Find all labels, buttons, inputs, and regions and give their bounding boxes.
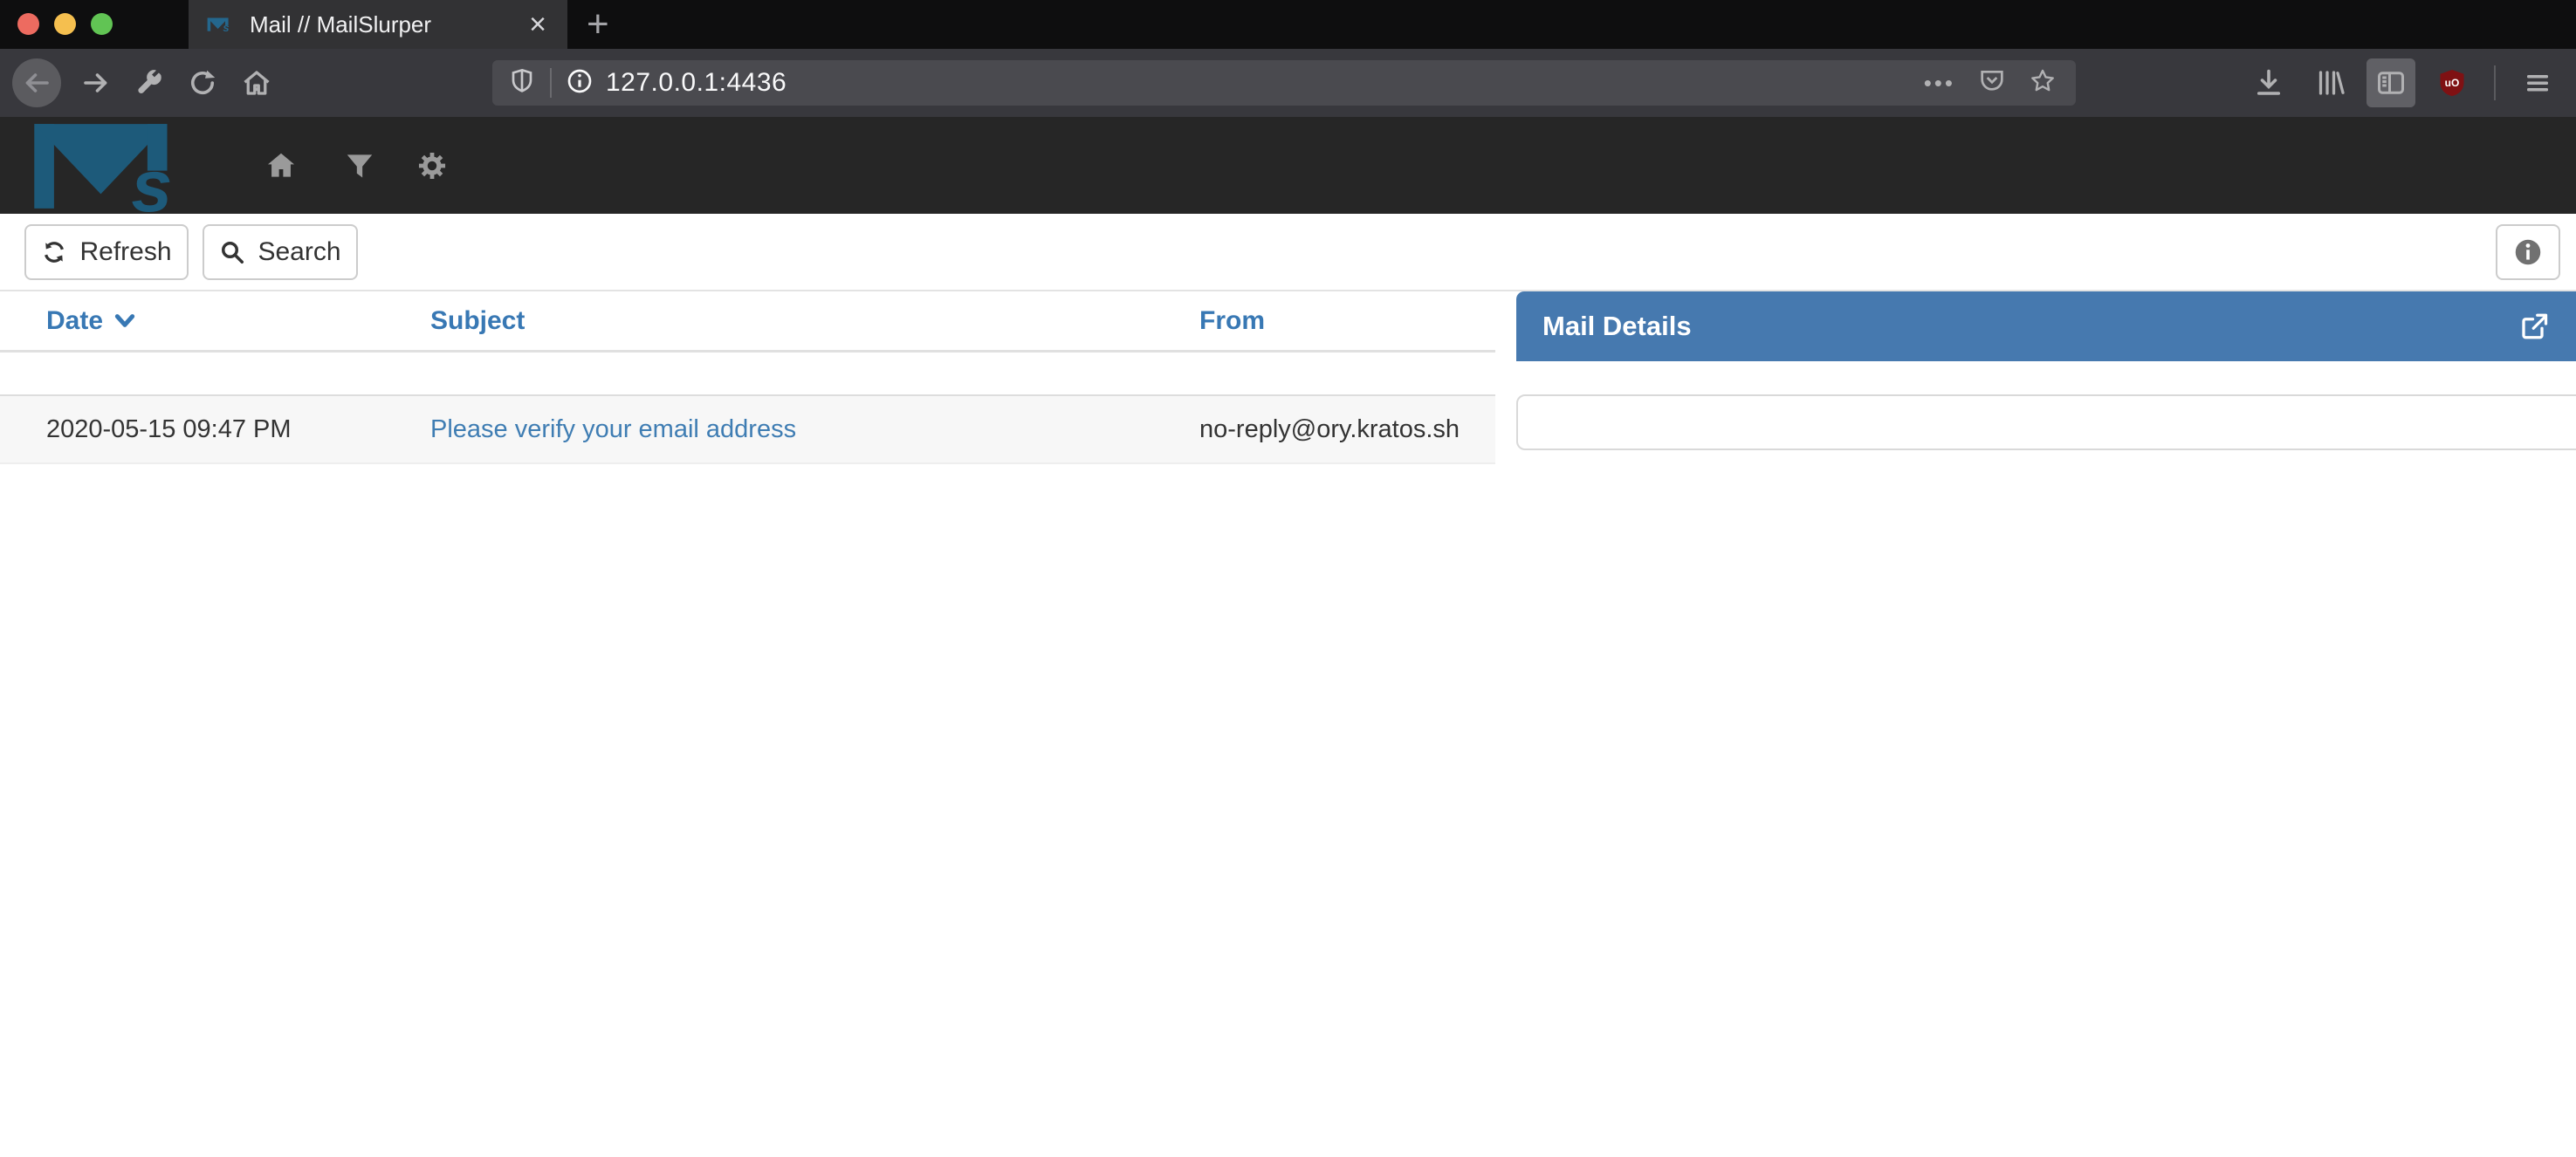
mailslurper-favicon: s — [206, 11, 236, 38]
menu-button[interactable] — [2513, 58, 2562, 107]
action-bar: Refresh Search — [0, 214, 2576, 291]
ublock-origin-icon: uO — [2436, 67, 2468, 99]
refresh-label: Refresh — [79, 237, 171, 267]
refresh-icon — [41, 239, 67, 265]
browser-tab-bar: s Mail // MailSlurper × + — [0, 0, 2576, 49]
mail-details-heading: Mail Details — [1516, 291, 2576, 361]
main-content: Date Subject From 2020-05-15 09:47 PM Pl… — [0, 291, 2576, 1157]
ublock-origin-button[interactable]: uO — [2428, 58, 2476, 107]
mail-row-date: 2020-05-15 09:47 PM — [0, 415, 384, 444]
search-icon — [219, 239, 245, 265]
sidebar-icon — [2375, 67, 2407, 99]
pocket-icon[interactable] — [1978, 67, 2006, 99]
home-icon — [241, 67, 272, 99]
gear-icon — [416, 149, 449, 182]
browser-nav-toolbar: 127.0.0.1:4436 ••• uO — [0, 49, 2576, 117]
close-tab-icon[interactable]: × — [526, 10, 550, 39]
svg-text:s: s — [223, 21, 229, 34]
external-link-icon — [2518, 311, 2550, 342]
refresh-button[interactable]: Refresh — [24, 224, 189, 280]
library-button[interactable] — [2305, 58, 2354, 107]
back-arrow-icon — [21, 67, 52, 99]
home-button[interactable] — [234, 60, 279, 106]
search-label: Search — [258, 237, 340, 267]
mail-row-from: no-reply@ory.kratos.sh — [1153, 415, 1495, 444]
forward-arrow-icon — [80, 67, 112, 99]
mail-details-empty-box — [1516, 394, 2576, 450]
bookmark-star-icon[interactable] — [2029, 67, 2057, 99]
site-info-icon[interactable] — [566, 67, 594, 99]
url-text[interactable]: 127.0.0.1:4436 — [606, 68, 787, 98]
mail-details-panel: Mail Details — [1516, 291, 2576, 450]
search-button[interactable]: Search — [203, 224, 358, 280]
wrench-button[interactable] — [126, 60, 171, 106]
minimize-window-button[interactable] — [54, 13, 76, 35]
svg-text:uO: uO — [2445, 77, 2460, 89]
browser-tab[interactable]: s Mail // MailSlurper × — [189, 0, 567, 49]
mail-details-title: Mail Details — [1542, 311, 1692, 342]
back-button[interactable] — [12, 58, 61, 107]
open-in-new-window-button[interactable] — [2518, 311, 2550, 342]
info-icon — [2512, 236, 2544, 268]
page-actions-icon[interactable]: ••• — [1924, 70, 1955, 97]
reload-button[interactable] — [180, 60, 225, 106]
mail-row[interactable]: 2020-05-15 09:47 PM Please verify your e… — [0, 394, 1495, 464]
mail-row-subject-link[interactable]: Please verify your email address — [430, 415, 796, 443]
screen: s Mail // MailSlurper × + — [0, 0, 2576, 1157]
close-window-button[interactable] — [17, 13, 39, 35]
mailslurper-logo: s — [19, 119, 220, 213]
app-settings-button[interactable] — [416, 149, 449, 182]
zoom-window-button[interactable] — [91, 13, 113, 35]
filter-icon — [343, 149, 376, 182]
download-icon — [2253, 67, 2284, 99]
column-header-from[interactable]: From — [1153, 306, 1495, 336]
tab-title: Mail // MailSlurper — [250, 11, 526, 38]
mail-list-spacer-row — [0, 353, 1495, 394]
toolbar-separator — [2494, 65, 2496, 100]
mailslurper-header: s — [0, 117, 2576, 214]
wrench-icon — [133, 67, 164, 99]
app-home-icon — [264, 149, 298, 182]
forward-button[interactable] — [73, 60, 119, 106]
column-header-date[interactable]: Date — [0, 306, 384, 336]
traffic-lights — [17, 13, 113, 35]
svg-text:s: s — [131, 145, 172, 213]
info-button[interactable] — [2496, 224, 2560, 280]
url-bar[interactable]: 127.0.0.1:4436 ••• — [492, 60, 2076, 106]
downloads-button[interactable] — [2244, 58, 2293, 107]
new-tab-button[interactable]: + — [580, 2, 616, 47]
reload-icon — [187, 67, 218, 99]
mail-list-header: Date Subject From — [0, 291, 1495, 353]
sort-chevron-down-icon — [113, 312, 136, 331]
hamburger-icon — [2522, 67, 2553, 99]
tracking-protection-shield-icon[interactable] — [508, 67, 536, 99]
sidebar-toggle-button[interactable] — [2366, 58, 2415, 107]
urlbar-divider — [550, 68, 552, 98]
app-home-button[interactable] — [264, 149, 298, 182]
mail-list: Date Subject From 2020-05-15 09:47 PM Pl… — [0, 291, 1495, 464]
app-filter-button[interactable] — [343, 149, 376, 182]
column-header-subject[interactable]: Subject — [384, 306, 1153, 336]
library-icon — [2314, 67, 2346, 99]
